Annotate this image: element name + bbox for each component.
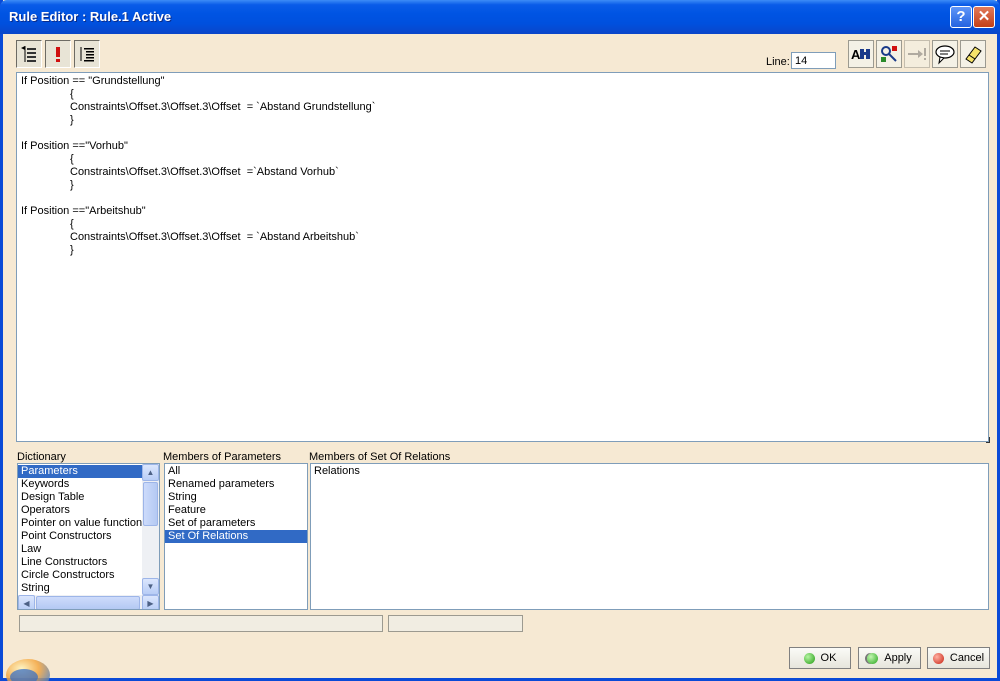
help-button[interactable]: ? xyxy=(950,6,972,28)
code-line: } xyxy=(70,114,74,126)
code-line: If Position =="Vorhub" xyxy=(21,140,128,152)
exclamation-icon xyxy=(56,47,60,62)
title-bar[interactable]: Rule Editor : Rule.1 Active ? ✕ xyxy=(0,0,1000,34)
apply-icon xyxy=(867,652,879,664)
list-item[interactable]: Design Table xyxy=(18,491,142,504)
scroll-thumb[interactable] xyxy=(143,482,158,526)
cancel-icon xyxy=(932,652,944,664)
tree-view-button[interactable] xyxy=(16,40,42,68)
cancel-label: Cancel xyxy=(949,652,985,664)
list-item[interactable]: Keywords xyxy=(18,478,142,491)
close-button[interactable]: ✕ xyxy=(973,6,995,28)
comment-button[interactable] xyxy=(932,40,958,68)
dictionary-list[interactable]: Parameters Keywords Design Table Operato… xyxy=(17,463,160,610)
dictionary-vertical-scrollbar[interactable]: ▲ ▼ xyxy=(142,464,159,596)
code-line: If Position =="Arbeitshub" xyxy=(21,205,146,217)
list-item[interactable]: Set Of Relations xyxy=(165,530,307,543)
list-item[interactable]: Line Constructors xyxy=(18,556,142,569)
list-item[interactable]: Law xyxy=(18,543,142,556)
apply-button[interactable]: Apply xyxy=(858,647,921,669)
list-item[interactable]: Renamed parameters xyxy=(165,478,307,491)
dictionary-horizontal-scrollbar[interactable]: ◀ ▶ xyxy=(18,595,159,609)
line-number-input[interactable] xyxy=(791,52,836,69)
rule-editor-window: Rule Editor : Rule.1 Active ? ✕ Line: 14… xyxy=(0,0,1000,681)
find-button[interactable]: A xyxy=(848,40,874,68)
scroll-down-icon[interactable]: ▼ xyxy=(142,578,159,595)
object-browser-icon xyxy=(881,46,897,62)
code-line: Constraints\Offset.3\Offset.3\Offset =`A… xyxy=(70,166,339,178)
members-label: Members of Parameters xyxy=(163,451,281,463)
members-list[interactable]: All Renamed parameters String Feature Se… xyxy=(164,463,308,610)
eraser-button[interactable] xyxy=(960,40,986,68)
resize-grip[interactable] xyxy=(986,437,990,443)
window-title: Rule Editor : Rule.1 Active xyxy=(9,9,172,24)
apply-label: Apply xyxy=(884,652,912,664)
status-info-field xyxy=(388,615,523,632)
scroll-up-icon[interactable]: ▲ xyxy=(142,464,159,481)
rule-editor-text-area[interactable]: If Position == "Grundstellung" { Constra… xyxy=(16,72,989,442)
list-item[interactable]: Circle Constructors xyxy=(18,569,142,582)
code-line: { xyxy=(70,88,74,100)
outline-icon xyxy=(80,47,94,62)
comment-icon xyxy=(935,45,955,65)
scroll-thumb[interactable] xyxy=(36,596,140,609)
code-line: { xyxy=(70,153,74,165)
code-line: Constraints\Offset.3\Offset.3\Offset = `… xyxy=(70,101,376,113)
members-of-set-list[interactable]: Relations xyxy=(310,463,989,610)
goto-icon xyxy=(908,48,926,60)
code-line: { xyxy=(70,218,74,230)
members-of-set-label: Members of Set Of Relations xyxy=(309,451,451,463)
list-item[interactable]: Operators xyxy=(18,504,142,517)
code-line: If Position == "Grundstellung" xyxy=(21,75,165,87)
check-syntax-button[interactable] xyxy=(45,40,71,68)
code-line: Constraints\Offset.3\Offset.3\Offset = `… xyxy=(70,231,359,243)
find-icon: A xyxy=(851,47,870,62)
cancel-button[interactable]: Cancel xyxy=(927,647,990,669)
code-line: } xyxy=(70,179,74,191)
list-item[interactable]: String xyxy=(18,582,142,595)
ok-label: OK xyxy=(820,652,837,664)
line-label: Line: xyxy=(766,56,790,68)
outline-button[interactable] xyxy=(74,40,100,68)
tree-view-icon xyxy=(21,46,36,62)
dictionary-label: Dictionary xyxy=(17,451,66,463)
list-item[interactable]: String xyxy=(165,491,307,504)
eraser-icon xyxy=(965,46,982,64)
list-item[interactable]: Feature xyxy=(165,504,307,517)
scroll-left-icon[interactable]: ◀ xyxy=(18,595,35,609)
scroll-right-icon[interactable]: ▶ xyxy=(142,595,159,609)
ok-icon xyxy=(803,652,815,664)
list-item[interactable]: Point Constructors xyxy=(18,530,142,543)
svg-text:A: A xyxy=(851,47,861,62)
status-message-field xyxy=(19,615,383,632)
goto-button[interactable] xyxy=(904,40,930,68)
catia-logo-icon xyxy=(6,659,50,681)
list-item[interactable]: All xyxy=(165,465,307,478)
ok-button[interactable]: OK xyxy=(789,647,851,669)
code-line: } xyxy=(70,244,74,256)
list-item[interactable]: Set of parameters xyxy=(165,517,307,530)
list-item[interactable]: Relations xyxy=(311,465,986,478)
list-item[interactable]: Parameters xyxy=(18,465,142,478)
object-browser-button[interactable] xyxy=(876,40,902,68)
list-item[interactable]: Pointer on value functions xyxy=(18,517,142,530)
